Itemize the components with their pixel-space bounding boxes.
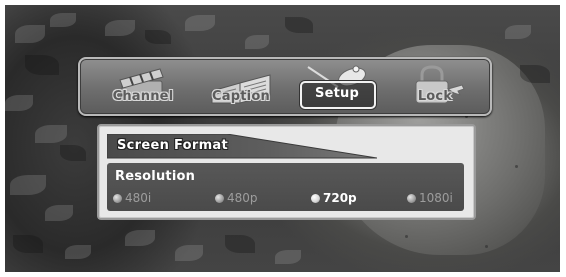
resolution-option-480i[interactable]: 480i	[113, 190, 151, 206]
menu-item-caption[interactable]: Caption	[198, 63, 284, 110]
option-label: 480p	[227, 191, 258, 205]
screen-format-panel: Screen Format Resolution 480i 480p 720p …	[97, 124, 476, 220]
menu-item-setup[interactable]: Setup	[294, 63, 380, 110]
menu-item-lock[interactable]: Lock	[392, 63, 478, 110]
menu-label-lock: Lock	[417, 89, 453, 104]
panel-title: Screen Format	[117, 138, 229, 153]
radio-dot-icon	[311, 193, 320, 203]
menu-label-setup: Setup	[315, 86, 359, 101]
resolution-option-480p[interactable]: 480p	[215, 190, 258, 206]
resolution-option-1080i[interactable]: 1080i	[407, 190, 453, 206]
menu-item-channel[interactable]: Channel	[100, 63, 186, 110]
option-label: 1080i	[419, 191, 453, 205]
panel-title-tab: Screen Format	[107, 134, 377, 160]
resolution-option-720p[interactable]: 720p	[311, 190, 357, 206]
resolution-label: Resolution	[115, 169, 196, 184]
option-label: 480i	[125, 191, 152, 205]
radio-dot-icon	[215, 193, 224, 203]
radio-dot-icon	[407, 193, 416, 203]
menu-label-channel: Channel	[112, 89, 174, 104]
main-menu-bar: Channel Caption Setup Lock	[78, 57, 492, 116]
radio-dot-icon	[113, 193, 122, 203]
option-label: 720p	[323, 191, 357, 205]
resolution-row[interactable]: Resolution 480i 480p 720p 1080i	[107, 163, 464, 211]
menu-label-caption: Caption	[212, 89, 270, 104]
